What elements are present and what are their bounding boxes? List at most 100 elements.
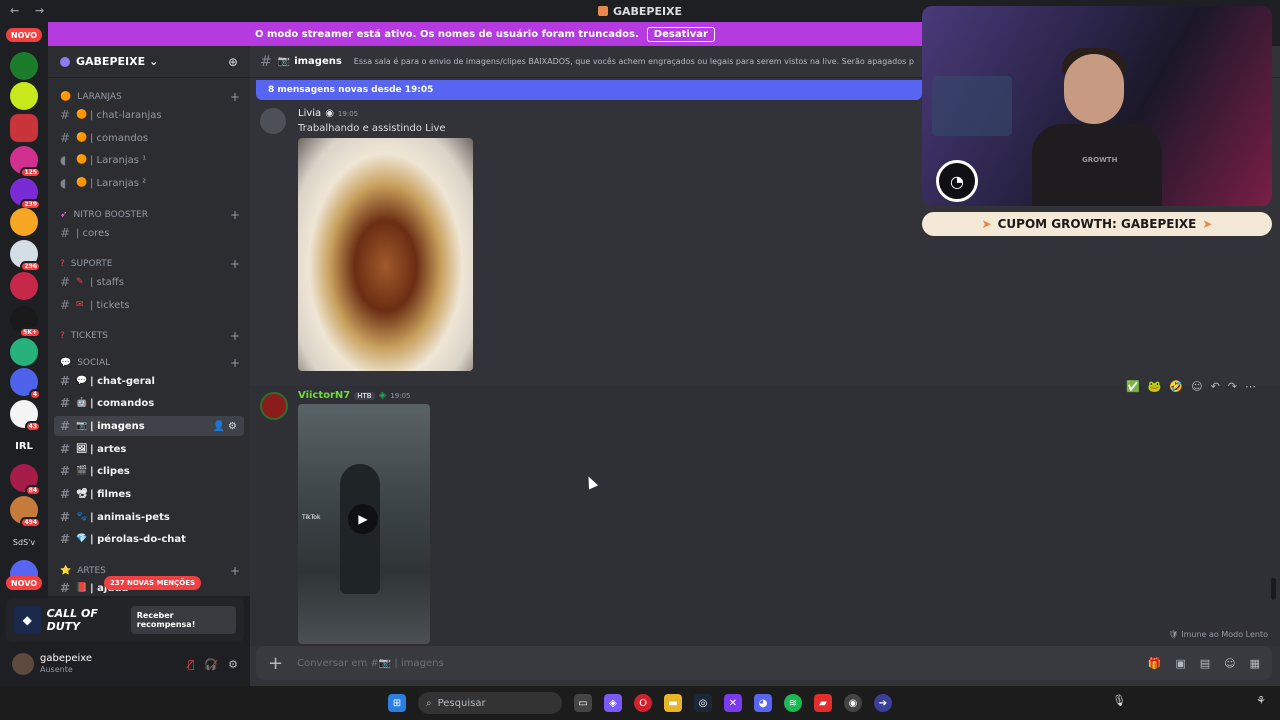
app-red-icon[interactable]: ▰ — [814, 694, 832, 712]
spotify-icon[interactable]: ≋ — [784, 694, 802, 712]
microphone-icon[interactable]: 🎙 — [1112, 694, 1126, 707]
server-icon[interactable]: 125 — [10, 146, 41, 178]
emoji-icon[interactable]: ☺ — [1224, 657, 1235, 670]
add-channel-icon[interactable]: + — [230, 564, 240, 578]
category-tickets[interactable]: ? TICKETS + — [60, 329, 240, 343]
channel-cores[interactable]: # | cores — [54, 223, 244, 243]
message-image[interactable] — [298, 138, 473, 371]
server-icon[interactable]: 43 — [10, 400, 41, 432]
channel-chat-geral[interactable]: # 💬 | chat-geral — [54, 371, 244, 391]
message-time: 19:05 — [390, 391, 411, 400]
channel-chat-laranjas[interactable]: # 🟠 | chat-laranjas — [54, 105, 244, 125]
disable-streamer-button[interactable]: Desativar — [646, 26, 715, 42]
scrollbar-thumb[interactable] — [1271, 578, 1276, 600]
guild-header[interactable]: GABEPEIXE ⌄ ⊕ — [48, 46, 250, 78]
category-social[interactable]: 💬 SOCIAL + — [60, 356, 240, 370]
author-name[interactable]: ViictorN7 — [298, 390, 350, 401]
guild-name: GABEPEIXE — [76, 55, 146, 68]
server-icon[interactable]: 239 — [10, 178, 41, 210]
server-icon[interactable] — [10, 52, 38, 80]
server-icon[interactable]: SdS'v — [10, 528, 38, 556]
channel-animais-pets[interactable]: # 🐾 | animais-pets — [54, 507, 244, 527]
add-channel-icon[interactable]: + — [230, 356, 240, 370]
app-arrow-icon[interactable]: ➔ — [874, 694, 892, 712]
avatar[interactable] — [260, 108, 286, 134]
headphones-muted-icon[interactable]: 🎧̸ — [204, 658, 218, 671]
attach-plus-icon[interactable]: + — [268, 653, 283, 674]
invite-icon[interactable]: ⊕ — [228, 55, 238, 69]
apps-icon[interactable]: ▦ — [1250, 657, 1260, 670]
gem-icon: 💎 — [76, 534, 88, 544]
new-mentions-badge[interactable]: 237 NOVAS MENÇÕES — [104, 576, 202, 590]
opera-icon[interactable]: O — [634, 694, 652, 712]
server-icon[interactable] — [10, 338, 38, 366]
new-messages-bar[interactable]: 8 mensagens novas desde 19:05 — [256, 80, 922, 100]
windows-start-icon[interactable]: ⊞ — [388, 694, 406, 712]
voice-channel-laranjas-1[interactable]: ◖ 🟠 | Laranjas ¹ — [54, 150, 244, 170]
emoji-reaction-icon[interactable]: 🤣 — [1169, 380, 1183, 393]
play-icon[interactable]: ▶ — [348, 504, 378, 534]
claim-reward-button[interactable]: Receber recompensa! — [130, 606, 236, 634]
channel-artes[interactable]: # 🖼 | artes — [54, 439, 244, 459]
sticker-icon[interactable]: ▤ — [1200, 657, 1210, 670]
add-channel-icon[interactable]: + — [230, 329, 240, 343]
folder-icon[interactable]: ▬ — [664, 694, 682, 712]
gear-icon[interactable]: ⚙ — [228, 658, 238, 671]
add-channel-icon[interactable]: + — [230, 208, 240, 222]
channel-staffs[interactable]: # ✎ | staffs — [54, 272, 244, 292]
gift-icon[interactable]: 🎁 — [1148, 657, 1162, 670]
voice-channel-laranjas-2[interactable]: ◖ 🟠 | Laranjas ² — [54, 173, 244, 193]
gif-icon[interactable]: ▣ — [1175, 657, 1185, 670]
forward-icon[interactable]: ↷ — [1228, 380, 1237, 393]
message-input[interactable] — [297, 657, 798, 669]
author-name[interactable]: Livia — [298, 108, 321, 119]
taskbar-search[interactable]: ⌕ — [418, 692, 562, 714]
user-info[interactable]: gabepeixe Ausente — [40, 653, 92, 675]
server-icon[interactable] — [10, 208, 38, 236]
server-icon[interactable] — [10, 272, 38, 300]
server-icon[interactable] — [10, 82, 38, 110]
discord-icon[interactable]: ◕ — [754, 694, 772, 712]
back-forward-nav[interactable]: ← → — [10, 4, 50, 17]
tray-app-icon[interactable]: ⚘ — [1256, 694, 1266, 707]
app-x-icon[interactable]: ✕ — [724, 694, 742, 712]
server-icon[interactable]: 296 — [10, 240, 41, 272]
avatar[interactable] — [12, 653, 34, 675]
add-channel-icon[interactable]: + — [230, 257, 240, 271]
steam-icon[interactable]: ◎ — [694, 694, 712, 712]
channel-topic[interactable]: Essa sala é para o envio de imagens/clip… — [354, 57, 914, 66]
channel-filmes[interactable]: # 📽 | filmes — [54, 484, 244, 504]
reply-icon[interactable]: ↶ — [1211, 380, 1220, 393]
server-icon[interactable]: 5K+ — [10, 306, 41, 338]
emoji-reaction-icon[interactable]: 🐸 — [1148, 380, 1162, 393]
add-reaction-icon[interactable]: ☺ — [1191, 380, 1202, 393]
channel-comandos[interactable]: # 🟠 | comandos — [54, 128, 244, 148]
app-logo-icon — [597, 6, 608, 16]
channel-clipes[interactable]: # 🎬 | clipes — [54, 461, 244, 481]
server-icon[interactable]: 84 — [10, 464, 41, 496]
avatar[interactable] — [260, 392, 288, 420]
channel-imagens[interactable]: # 📷 | imagens 👤⚙ — [54, 416, 244, 436]
task-view-icon[interactable]: ▭ — [574, 694, 592, 712]
video-embed[interactable]: TikTok ▶ — [298, 404, 430, 644]
category-nitro-booster[interactable]: ➶ NITRO BOOSTER + — [60, 208, 240, 222]
channel-tickets[interactable]: # ✉ | tickets — [54, 295, 244, 315]
windows-taskbar: ⊞ ⌕ ▭ ◈ O ▬ ◎ ✕ ◕ ≋ ▰ ◉ ➔ 🎙 ⚘ — [0, 686, 1280, 720]
channel-perolas-do-chat[interactable]: # 💎 | pérolas-do-chat — [54, 529, 244, 549]
check-reaction-icon[interactable]: ✅ — [1126, 380, 1140, 393]
server-icon[interactable]: 494 — [10, 496, 41, 528]
obs-icon[interactable]: ◉ — [844, 694, 862, 712]
channel-settings-icon[interactable]: 👤⚙ — [213, 421, 240, 432]
copilot-icon[interactable]: ◈ — [604, 694, 622, 712]
taskbar-search-input[interactable] — [437, 697, 528, 709]
add-channel-icon[interactable]: + — [230, 90, 240, 104]
server-icon[interactable]: IRL — [10, 432, 38, 460]
more-icon[interactable]: ⋯ — [1245, 380, 1256, 393]
palette-icon: 🖼 — [76, 444, 88, 454]
server-icon[interactable]: 4 — [10, 368, 41, 400]
channel-comandos-social[interactable]: # 🤖 | comandos — [54, 393, 244, 413]
category-suporte[interactable]: ? SUPORTE + — [60, 257, 240, 271]
mic-muted-icon[interactable]: 🎙̸ — [188, 658, 195, 671]
category-laranjas[interactable]: 🟠 LARANJAS + — [60, 90, 240, 104]
server-icon[interactable] — [10, 114, 38, 142]
